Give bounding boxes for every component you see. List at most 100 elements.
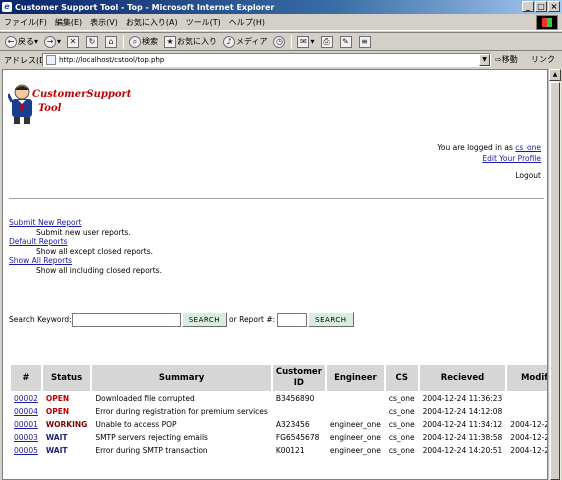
default-reports-link[interactable]: Default Reports [9,237,68,246]
home-button[interactable]: ⌂ [102,34,121,50]
username-link[interactable]: cs_one [515,143,541,152]
col-modified-header: Modified [507,365,547,391]
status-badge: WORKING [45,420,88,429]
report-id-link[interactable]: 00001 [14,420,38,429]
table-row: 00005 WAIT Error during SMTP transaction… [11,445,547,456]
window-title: Customer Support Tool - Top - Microsoft … [15,2,275,12]
received-cell: 2004-12-24 11:34:12 [422,420,503,429]
menu-edit[interactable]: 編集(E) [51,17,86,28]
address-bar: アドレス(D) http://localhost/cstool/top.php … [0,52,562,68]
show-all-reports-link[interactable]: Show All Reports [9,256,72,265]
forward-button[interactable]: → ▾ [41,34,64,50]
edit-profile-link[interactable]: Edit Your Profile [482,154,541,163]
engineer-cell: engineer_one [329,446,381,455]
history-icon: ◷ [273,35,286,48]
table-row: 00003 WAIT SMTP servers rejecting emails… [11,432,547,443]
report-id-link[interactable]: 00004 [14,407,38,416]
report-id-link[interactable]: 00005 [14,446,38,455]
history-button[interactable]: ◷ [270,34,289,50]
search-icon: ⌕ [129,35,142,48]
modified-cell: 2004-12-24 14:0 [510,420,547,429]
refresh-button[interactable]: ↻ [83,34,102,50]
search-report-button[interactable]: SEARCH [308,312,354,327]
scroll-up-button[interactable]: ▲ [549,69,561,81]
user-info: You are logged in as cs_one Edit Your Pr… [437,142,541,164]
cs-cell: cs_one [388,407,415,416]
refresh-icon: ↻ [86,35,99,48]
submit-new-report-link[interactable]: Submit New Report [9,218,82,227]
engineer-cell: engineer_one [329,420,381,429]
edit-button[interactable]: ✎ [337,34,356,50]
menu-file[interactable]: ファイル(F) [0,17,51,28]
report-id-link[interactable]: 00002 [14,394,38,403]
table-row: 00004 OPEN Error during registration for… [11,406,547,417]
address-input[interactable]: http://localhost/cstool/top.php ▼ [42,53,491,67]
table-row: 00002 OPEN Downloaded file corrupted B34… [11,393,547,404]
modified-cell [507,406,547,417]
go-button[interactable]: ⇨移動 [495,54,518,65]
customer-id-cell [273,406,325,417]
col-summary-header: Summary [92,365,271,391]
col-status-header: Status [42,365,91,391]
scroll-thumb[interactable] [550,82,560,480]
back-button[interactable]: ← 戻る ▾ [2,34,41,50]
report-id-link[interactable]: 00003 [14,433,38,442]
search-keyword-input[interactable] [71,312,181,327]
menu-tools[interactable]: ツール(T) [182,17,225,28]
summary-cell: Error during SMTP transaction [95,446,208,455]
cs-cell: cs_one [388,394,415,403]
window-titlebar[interactable]: e Customer Support Tool - Top - Microsof… [0,0,562,14]
report-number-input[interactable] [277,312,308,327]
media-button[interactable]: ♪ メディア [220,34,270,50]
received-cell: 2004-12-24 14:12:08 [422,407,503,416]
mail-icon: ✉ [297,35,310,48]
status-badge: OPEN [45,407,70,416]
page-viewport: CustomerSupport Tool You are logged in a… [2,69,548,480]
discuss-button[interactable]: ≡ [356,34,375,50]
menu-view[interactable]: 表示(V) [86,17,122,28]
minimize-button[interactable]: _ [522,1,534,12]
menu-favorites[interactable]: お気に入り(A) [122,17,182,28]
modified-cell: 2004-12-24 14:2 [510,446,547,455]
toolbar-separator [123,34,125,49]
menu-help[interactable]: ヘルプ(H) [225,17,269,28]
link-description: Show all except closed reports. [36,246,154,256]
mail-button[interactable]: ✉ ▾ [294,34,317,50]
close-button[interactable]: × [548,1,560,12]
forward-arrow-icon: → [44,35,57,48]
cs-cell: cs_one [388,446,415,455]
print-button[interactable]: ⎙ [318,34,337,50]
col-received-header: Recieved [419,365,506,391]
stop-icon: ✕ [67,35,80,48]
logo-text-line1: CustomerSupport [32,89,132,100]
customer-id-cell: B3456890 [275,394,315,403]
search-button[interactable]: ⌕ 検索 [126,34,161,50]
maximize-button[interactable]: □ [535,1,547,12]
address-dropdown-button[interactable]: ▼ [479,54,490,66]
address-url[interactable]: http://localhost/cstool/top.php [59,56,164,64]
modified-cell: 2004-12-24 13:4 [510,433,547,442]
favorites-button[interactable]: ★ お気に入り [161,34,220,50]
col-cs-header: CS [385,365,418,391]
logout-link[interactable]: Logout [515,171,541,180]
media-icon: ♪ [223,35,236,48]
toolbar: ← 戻る ▾ → ▾ ✕ ↻ ⌂ ⌕ 検索 ★ お気に入り ♪ メディア ◷ ✉ ▾ ⎙… [0,32,562,51]
received-cell: 2004-12-24 11:38:58 [422,433,503,442]
engineer-cell: engineer_one [329,433,381,442]
customer-id-cell: A323456 [275,420,310,429]
customer-support-tool-logo: CustomerSupport Tool [6,82,131,128]
stop-button[interactable]: ✕ [64,34,83,50]
links-button[interactable]: リンク [531,54,555,65]
divider [9,198,544,200]
report-number-label: or Report #: [229,315,276,324]
col-customer-id-header: Customer ID [272,365,325,391]
report-links: Submit New Report Submit new user report… [9,218,162,275]
engineer-cell [327,393,384,404]
page-icon [46,55,56,65]
vertical-scrollbar[interactable]: ▲ [548,69,561,480]
reports-table: # Status Summary Customer ID Engineer CS… [9,363,547,458]
search-keyword-button[interactable]: SEARCH [181,312,228,327]
cs-cell: cs_one [388,433,415,442]
back-arrow-icon: ← [5,35,17,48]
summary-cell: Error during registration for premium se… [95,407,268,416]
